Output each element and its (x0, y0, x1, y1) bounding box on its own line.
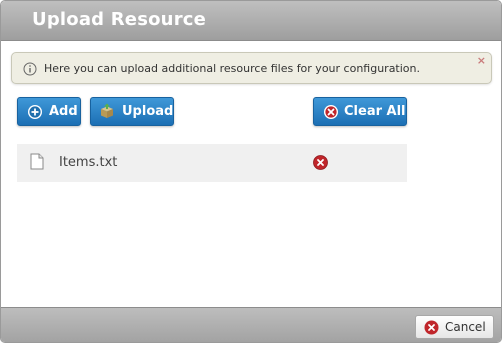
info-text: Here you can upload additional resource … (44, 62, 421, 75)
upload-box-icon (101, 103, 113, 118)
upload-button[interactable]: Upload (90, 97, 174, 126)
cancel-button-label: Cancel (445, 320, 486, 334)
remove-circle-icon (324, 105, 338, 119)
clear-all-button[interactable]: Clear All (313, 97, 407, 126)
cancel-button[interactable]: Cancel (415, 315, 494, 339)
info-close-icon[interactable]: × (477, 55, 486, 66)
file-icon (30, 153, 44, 170)
add-button-label: Add (49, 104, 78, 119)
dialog-footer: Cancel (1, 307, 501, 342)
info-message: Here you can upload additional resource … (11, 52, 492, 84)
dialog-titlebar[interactable]: Upload Resource (1, 1, 501, 41)
upload-button-label: Upload (122, 104, 174, 119)
cancel-icon (424, 320, 439, 335)
info-icon (23, 62, 37, 76)
file-list-item: Items.txt (17, 144, 407, 182)
remove-icon[interactable] (313, 155, 328, 170)
add-button[interactable]: Add (17, 97, 81, 126)
clear-all-button-label: Clear All (344, 104, 406, 119)
plus-circle-icon (28, 105, 42, 119)
upload-resource-dialog: Upload Resource Here you can upload addi… (0, 0, 502, 343)
file-name: Items.txt (59, 155, 118, 170)
dialog-title: Upload Resource (32, 9, 207, 30)
